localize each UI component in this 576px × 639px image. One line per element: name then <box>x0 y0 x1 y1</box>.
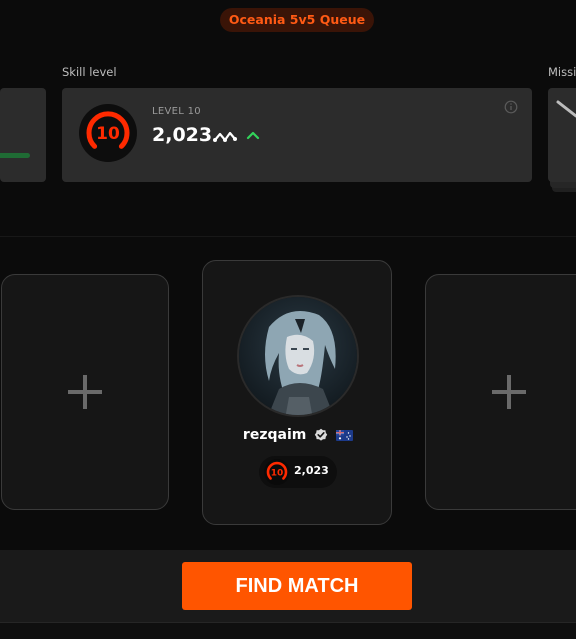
progress-bar <box>0 153 30 158</box>
queue-badge: Oceania 5v5 Queue <box>220 8 374 32</box>
info-icon[interactable] <box>504 100 518 114</box>
mission-icon <box>556 100 576 118</box>
player-level-badge: 10 <box>264 459 290 485</box>
player-level-number: 10 <box>271 469 284 479</box>
verified-icon <box>315 428 328 441</box>
footer-edge <box>0 622 576 639</box>
elo-value: 2,023 <box>152 124 213 146</box>
level-number: 10 <box>96 124 120 144</box>
previous-stat-card[interactable] <box>0 88 46 182</box>
skill-level-card[interactable]: 10 LEVEL 10 2,023 <box>62 88 532 182</box>
trend-up-icon <box>246 131 260 140</box>
player-elo-value: 2,023 <box>294 464 329 477</box>
player-name[interactable]: rezqaim <box>243 427 306 443</box>
party-slot-empty[interactable] <box>425 274 576 510</box>
missions-section-label: Missi <box>548 65 576 79</box>
missions-card[interactable] <box>548 88 576 182</box>
plus-icon <box>492 375 526 409</box>
party-slot-empty[interactable] <box>1 274 169 510</box>
find-match-button[interactable]: FIND MATCH <box>182 562 412 610</box>
footer-bar: FIND MATCH <box>0 550 576 622</box>
player-elo-pill: 10 2,023 <box>259 456 337 488</box>
skill-level-section-label: Skill level <box>62 65 117 79</box>
australia-flag-icon <box>336 429 354 441</box>
section-divider <box>0 236 576 237</box>
trend-chart-icon[interactable] <box>213 130 239 144</box>
plus-icon <box>68 375 102 409</box>
avatar[interactable] <box>237 295 359 417</box>
skill-level-badge: 10 <box>79 104 137 162</box>
player-card[interactable]: rezqaim 10 2,023 <box>202 260 392 525</box>
level-label: LEVEL 10 <box>152 106 201 117</box>
